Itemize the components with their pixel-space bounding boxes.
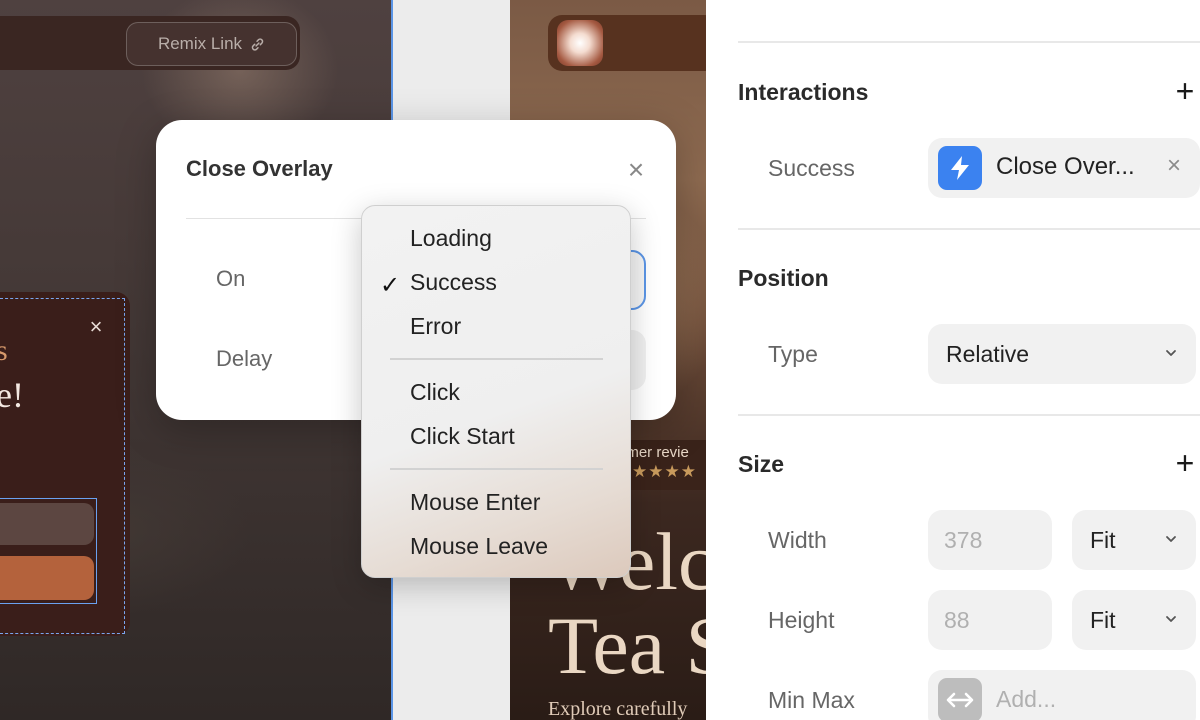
height-value: 88 <box>944 606 970 633</box>
position-type-select[interactable]: Relative <box>928 324 1196 384</box>
overlay-heading: s <box>0 334 8 367</box>
menu-item-click[interactable]: Click <box>410 379 460 406</box>
minmax-input[interactable]: Add... <box>928 670 1196 720</box>
menu-item-click-start[interactable]: Click Start <box>410 423 515 450</box>
height-mode-value: Fit <box>1090 606 1116 633</box>
delay-label: Delay <box>216 346 273 371</box>
size-section-title: Size <box>738 451 785 477</box>
width-value: 378 <box>944 526 983 553</box>
dialog-title: Close Overlay <box>186 156 333 181</box>
close-icon[interactable]: × <box>622 156 650 184</box>
trigger-dropdown-menu: Loading ✓ Success Error Click Click Star… <box>361 205 631 578</box>
interaction-action-label: Close Over... <box>996 153 1135 180</box>
height-mode-select[interactable]: Fit <box>1072 590 1196 650</box>
bolt-icon <box>938 146 982 190</box>
width-mode-value: Fit <box>1090 526 1116 553</box>
width-input[interactable]: 378 <box>928 510 1052 570</box>
overlay-submit-button[interactable] <box>0 556 94 600</box>
divider <box>738 41 1200 43</box>
add-size-icon[interactable]: + <box>1172 447 1198 479</box>
menu-separator <box>390 468 603 470</box>
avatar[interactable] <box>557 20 603 66</box>
on-label: On <box>216 266 246 291</box>
width-mode-select[interactable]: Fit <box>1072 510 1196 570</box>
overlay-input[interactable] <box>0 503 94 545</box>
menu-item-success[interactable]: Success <box>410 269 497 296</box>
width-label: Width <box>768 527 827 553</box>
position-type-label: Type <box>768 341 818 367</box>
design-canvas[interactable]: Remix Link × s e! omer revie ★★★★ Welc T… <box>0 0 706 720</box>
menu-separator <box>390 358 603 360</box>
remix-link-label: Remix Link <box>157 34 243 53</box>
overlay-text: e! <box>0 375 24 415</box>
remove-interaction-icon[interactable]: × <box>1162 154 1186 178</box>
position-section-title: Position <box>738 265 829 291</box>
position-type-value: Relative <box>946 340 1030 367</box>
minmax-label: Min Max <box>768 687 855 713</box>
remix-link-button[interactable]: Remix Link <box>126 22 297 66</box>
height-input[interactable]: 88 <box>928 590 1052 650</box>
minmax-placeholder: Add... <box>996 686 1057 712</box>
height-label: Height <box>768 607 835 633</box>
interactions-section-title: Interactions <box>738 79 869 105</box>
chevron-down-icon <box>1166 536 1176 542</box>
add-interaction-icon[interactable]: + <box>1172 75 1198 107</box>
menu-item-mouse-enter[interactable]: Mouse Enter <box>410 489 540 516</box>
menu-item-mouse-leave[interactable]: Mouse Leave <box>410 533 548 560</box>
divider <box>738 414 1200 416</box>
link-icon <box>251 37 264 51</box>
interaction-trigger-label: Success <box>768 155 855 181</box>
menu-item-error[interactable]: Error <box>410 313 461 340</box>
overlay-close-icon[interactable]: × <box>85 316 107 338</box>
interaction-action-chip[interactable]: Close Over... × <box>928 138 1200 198</box>
properties-panel: Interactions + Success Close Over... × P… <box>706 0 1200 720</box>
menu-item-loading[interactable]: Loading <box>410 225 492 252</box>
chevron-down-icon <box>1166 350 1176 356</box>
rating-stars: ★★★★ <box>632 462 697 481</box>
chevron-down-icon <box>1166 616 1176 622</box>
hero-subtitle: Explore carefully <box>548 698 688 720</box>
resize-horizontal-icon <box>938 678 982 720</box>
divider <box>738 228 1200 230</box>
checkmark-icon: ✓ <box>380 272 401 299</box>
